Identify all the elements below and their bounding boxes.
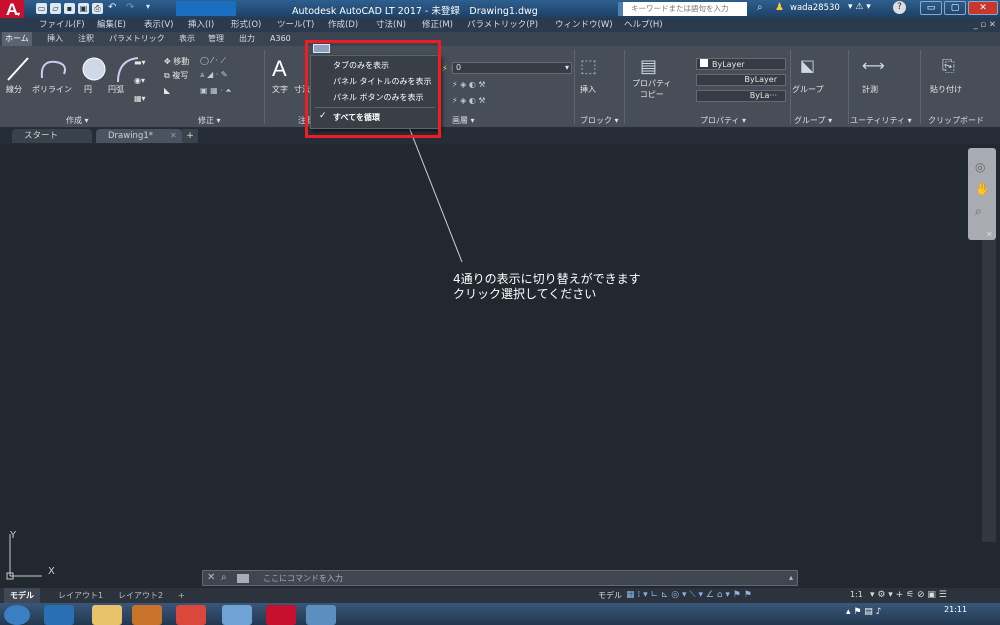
clock[interactable]: 21:11 <box>944 605 967 615</box>
workspace-icons[interactable]: ▾ ⚙ ▾ + ⚟ ⊘ ▣ ☰ <box>870 590 947 600</box>
annotation-leader-line <box>404 116 463 263</box>
search-icon[interactable]: ⌕ <box>221 572 227 583</box>
add-layout-icon[interactable]: + <box>172 588 191 603</box>
command-line[interactable]: ✕ ⌕ ここにコマンドを入力 ▴ <box>202 570 798 586</box>
status-bar: モデル ▦ ⁞ ▾ ∟ ⊾ ◎ ▾ ⟍ ▾ ∠ ⌂ ▾ ⚑ ⚑ 1:1 ▾ ⚙ … <box>598 588 1000 603</box>
ie-icon[interactable] <box>44 605 74 625</box>
annotation-line-1: 4通りの表示に切り替えができます <box>453 272 641 286</box>
media-icon[interactable] <box>132 605 162 625</box>
annotation-scale[interactable]: 1:1 <box>850 590 863 599</box>
explorer-icon[interactable] <box>92 605 122 625</box>
annotation-text: 4通りの表示に切り替えができます クリック選択してください <box>453 272 641 302</box>
grid-snap-icons[interactable]: ▦ ⁞ ▾ ∟ ⊾ ◎ ▾ ⟍ ▾ ∠ ⌂ ▾ ⚑ ⚑ <box>626 590 752 600</box>
tray-icons[interactable]: ▴ ⚑ ▤ ♪ <box>846 607 881 617</box>
model-space-toggle[interactable]: モデル <box>598 590 622 601</box>
tab-layout1[interactable]: レイアウト1 <box>52 588 109 603</box>
annotation-line-2: クリック選択してください <box>453 287 597 301</box>
chrome-icon[interactable] <box>176 605 206 625</box>
chevron-up-icon[interactable]: ▴ <box>789 573 793 582</box>
command-input[interactable]: ここにコマンドを入力 <box>263 573 343 584</box>
tab-model[interactable]: モデル <box>4 588 40 603</box>
command-icon[interactable] <box>237 574 249 583</box>
autocad-taskbar-icon[interactable] <box>266 605 296 625</box>
network-icon[interactable] <box>222 605 252 625</box>
highlight-box <box>305 40 441 138</box>
close-icon[interactable]: ✕ <box>207 572 215 583</box>
paint-icon[interactable] <box>306 605 336 625</box>
start-button[interactable] <box>4 605 30 625</box>
tab-layout2[interactable]: レイアウト2 <box>112 588 169 603</box>
